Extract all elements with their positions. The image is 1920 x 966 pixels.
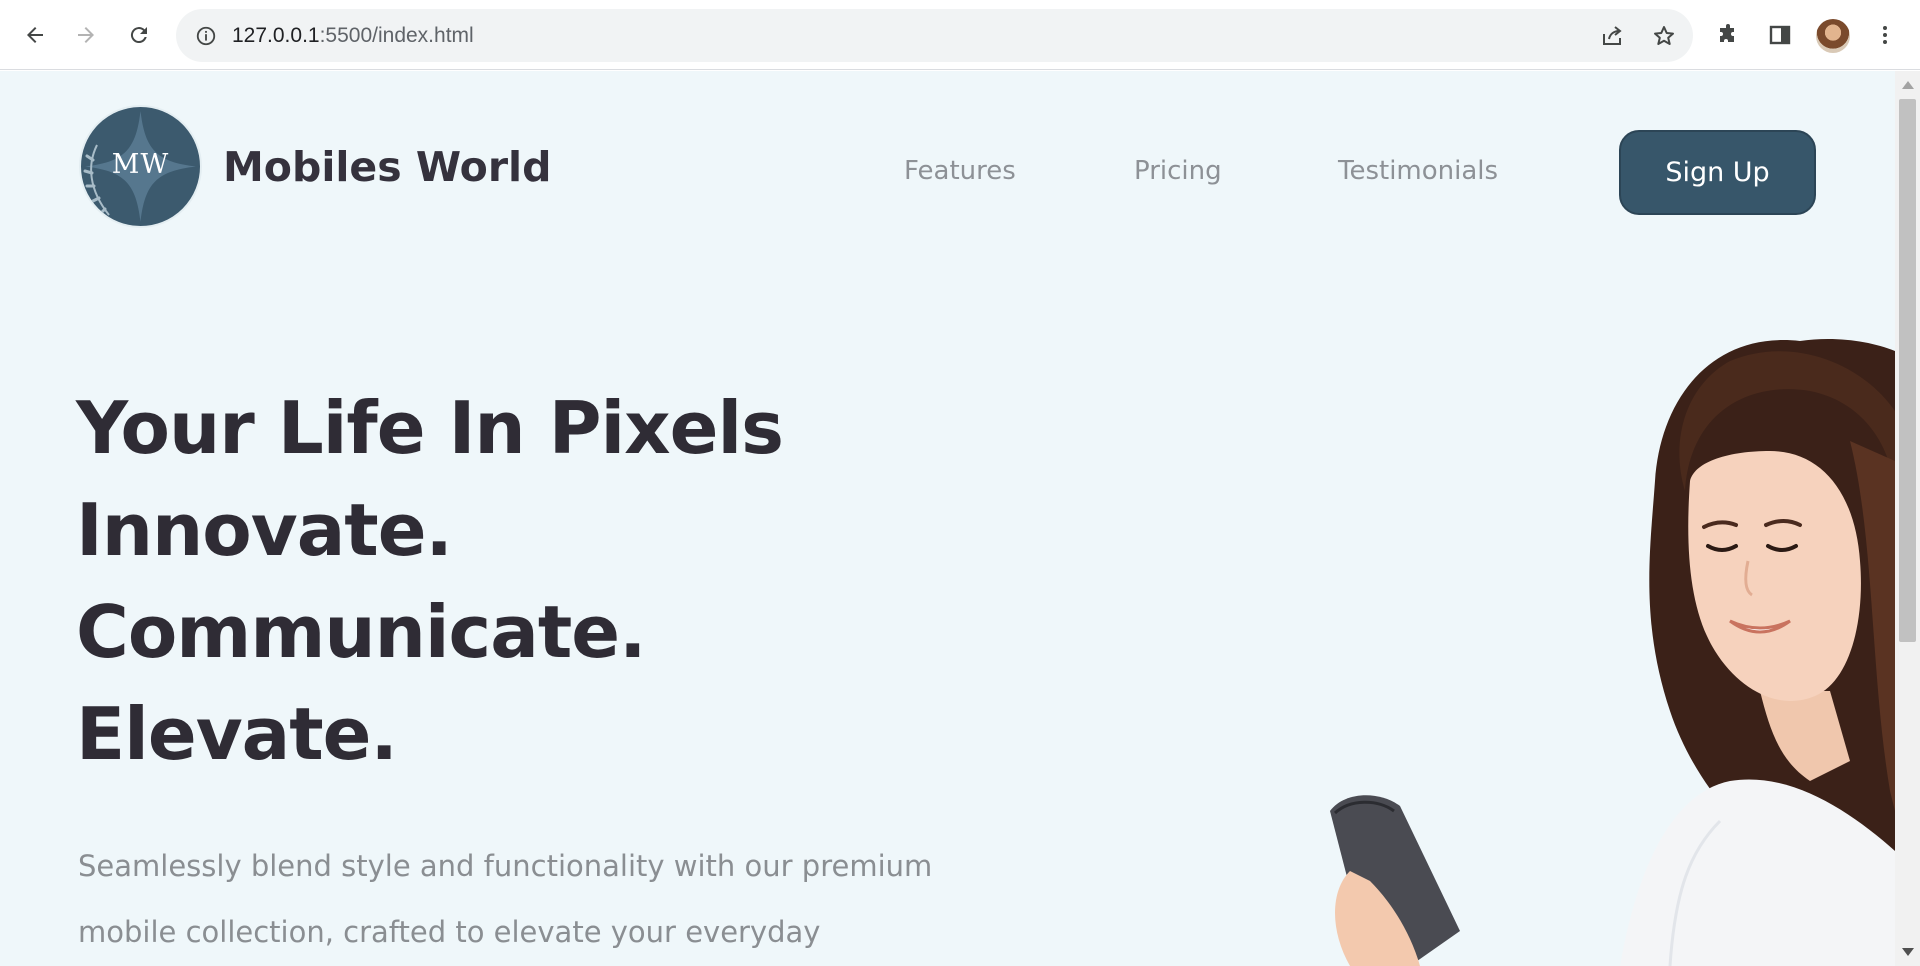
sign-up-button[interactable]: Sign Up [1619,130,1816,215]
more-menu-icon[interactable] [1867,17,1903,53]
profile-avatar[interactable] [1816,19,1850,53]
page-scrollbar[interactable] [1895,71,1920,966]
scroll-down-arrow-icon[interactable] [1902,948,1914,956]
address-bar[interactable]: 127.0.0.1:5500/index.html [176,9,1693,62]
browser-toolbar: 127.0.0.1:5500/index.html [0,0,1920,70]
hero-heading-line-2: Innovate. [76,488,453,572]
url-path: :5500/index.html [319,24,474,47]
forward-arrow-icon [78,27,94,43]
hero-heading-line-1: Your Life In Pixels [76,386,784,470]
hero-woman-image [1330,339,1895,966]
brand-name[interactable]: Mobiles World [223,143,551,191]
url-text: 127.0.0.1:5500/index.html [232,24,474,48]
brand-logo[interactable]: MW [79,105,202,228]
scroll-up-arrow-icon[interactable] [1902,81,1914,89]
hero-heading-line-4: Elevate. [76,692,398,776]
hero-heading-line-3: Communicate. [76,590,646,674]
hero-subtitle-line-1: Seamlessly blend style and functionality… [78,849,933,883]
reload-icon [130,27,147,44]
forward-button[interactable] [68,17,104,53]
site-info-icon[interactable] [194,24,218,48]
nav-link-features[interactable]: Features [904,156,1016,186]
back-button[interactable] [17,17,53,53]
hero-subtitle-line-2: mobile collection, crafted to elevate yo… [78,915,821,949]
reload-button[interactable] [121,17,157,53]
url-host: 127.0.0.1 [232,24,320,47]
nav-link-testimonials[interactable]: Testimonials [1338,156,1498,186]
nav-link-pricing[interactable]: Pricing [1134,156,1222,186]
bookmark-star-icon[interactable] [1650,22,1678,50]
page-viewport: MW Mobiles World Features Pricing Testim… [0,71,1895,966]
share-icon[interactable] [1598,22,1626,50]
scrollbar-thumb[interactable] [1899,99,1916,642]
logo-monogram: MW [111,149,170,180]
back-arrow-icon [27,27,43,43]
side-panel-icon[interactable] [1762,17,1798,53]
extensions-puzzle-icon[interactable] [1710,17,1746,53]
